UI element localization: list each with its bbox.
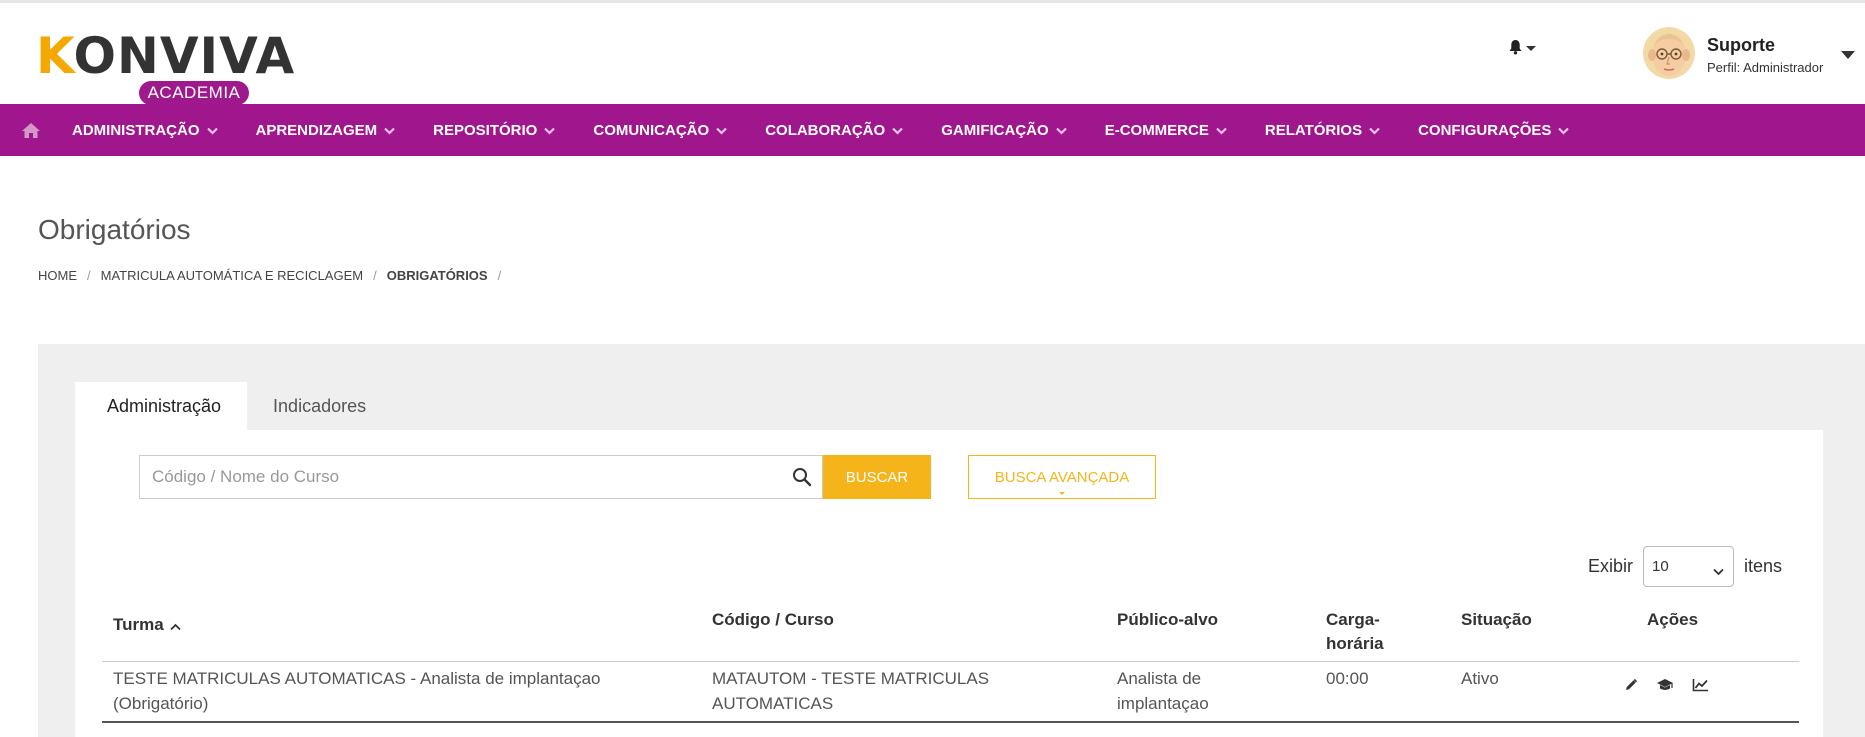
nav-item-configuracoes[interactable]: Configurações xyxy=(1408,104,1570,156)
table-header-divider xyxy=(102,661,1799,662)
column-header-turma[interactable]: Turma xyxy=(113,613,181,638)
exibir-label: Exibir xyxy=(1588,555,1634,576)
chevron-down-icon[interactable] xyxy=(1841,51,1855,59)
table-cell-carga: 00:00 xyxy=(1326,669,1369,688)
tabs: Administração Indicadores xyxy=(75,382,392,430)
nav-item-administracao[interactable]: Administração xyxy=(62,104,218,156)
home-icon xyxy=(22,122,40,138)
busca-avancada-button[interactable]: Busca avançada xyxy=(968,455,1156,499)
page-size-control: Exibir 10 itens xyxy=(1588,545,1782,587)
breadcrumb-home[interactable]: HOME xyxy=(38,268,77,283)
table-cell-turma: TESTE MATRICULAS AUTOMATICAS - Analista … xyxy=(113,669,601,713)
buscar-button[interactable]: Buscar xyxy=(823,455,931,499)
user-name: Suporte xyxy=(1707,35,1776,55)
graduation-cap-icon[interactable] xyxy=(1656,678,1674,692)
table-cell-codigo: MATAUTOM - TESTE MATRICULAS AUTOMATICAS xyxy=(712,669,990,713)
nav-item-relatorios[interactable]: Relatórios xyxy=(1255,104,1380,156)
breadcrumb-matricula[interactable]: MATRICULA AUTOMÁTICA E RECICLAGEM xyxy=(101,268,363,283)
chevron-down-icon xyxy=(892,122,903,139)
nav-item-aprendizagem[interactable]: Aprendizagem xyxy=(246,104,396,156)
tab-administracao[interactable]: Administração xyxy=(75,382,248,430)
user-role: Perfil: Administrador xyxy=(1707,60,1824,75)
nav-item-comunicacao[interactable]: Comunicação xyxy=(583,104,727,156)
logo[interactable]: KONVIVA ACADEMIA xyxy=(36,31,294,107)
table-cell-publico: Analista de implantaçao xyxy=(1117,669,1209,713)
breadcrumb-separator: / xyxy=(87,268,91,283)
chart-line-icon[interactable] xyxy=(1692,678,1709,692)
search-icon[interactable] xyxy=(792,467,812,492)
nav-item-gamificacao[interactable]: Gamificação xyxy=(931,104,1067,156)
chevron-down-icon xyxy=(1055,122,1067,139)
chevron-down-icon xyxy=(716,122,727,139)
user-menu[interactable]: Suporte Perfil: Administrador xyxy=(1643,27,1865,83)
column-header-codigo: Código / Curso xyxy=(712,610,834,629)
breadcrumb-separator: / xyxy=(497,268,502,283)
chevron-down-icon xyxy=(1558,122,1570,139)
chevron-down-icon xyxy=(384,122,395,139)
table-row-divider xyxy=(102,721,1799,723)
table-cell-situacao: Ativo xyxy=(1461,669,1499,688)
chevron-down-icon xyxy=(1059,492,1065,495)
chevron-down-icon xyxy=(1526,45,1536,51)
column-header-publico: Público-alvo xyxy=(1117,610,1219,629)
chevron-down-icon xyxy=(1216,122,1227,139)
row-actions xyxy=(1624,678,1709,692)
main-nav: Administração Aprendizagem Repositório C… xyxy=(0,104,1865,156)
nav-item-colaboracao[interactable]: Colaboração xyxy=(755,104,903,156)
bell-icon xyxy=(1509,40,1522,55)
chevron-down-icon xyxy=(544,122,556,139)
notifications-button[interactable] xyxy=(1508,39,1536,55)
chevron-down-icon xyxy=(1369,122,1380,139)
chevron-down-icon xyxy=(206,122,218,139)
nav-item-ecommerce[interactable]: E-commerce xyxy=(1095,104,1227,156)
nav-item-repositorio[interactable]: Repositório xyxy=(423,104,556,156)
column-header-situacao: Situação xyxy=(1461,610,1532,629)
logo-wordmark: KONVIVA xyxy=(36,27,296,85)
header: KONVIVA ACADEMIA Suporte Perfil: Adminis… xyxy=(0,3,1865,107)
search-input[interactable] xyxy=(140,456,770,498)
page-size-select[interactable]: 10 xyxy=(1643,545,1735,587)
page-title: Obrigatórios xyxy=(38,214,191,245)
breadcrumb: HOME / MATRICULA AUTOMÁTICA E RECICLAGEM… xyxy=(38,268,511,283)
logo-academia-badge: ACADEMIA xyxy=(139,81,249,105)
breadcrumb-separator: / xyxy=(373,268,377,283)
itens-label: itens xyxy=(1744,555,1783,576)
sort-ascending-icon xyxy=(170,614,181,638)
column-header-acoes: Ações xyxy=(1647,610,1699,629)
avatar xyxy=(1643,27,1695,79)
nav-home[interactable] xyxy=(0,104,62,156)
edit-icon[interactable] xyxy=(1624,678,1638,692)
search-box xyxy=(139,455,823,499)
tab-indicadores[interactable]: Indicadores xyxy=(247,382,392,430)
column-header-carga: Carga- horária xyxy=(1326,610,1384,653)
breadcrumb-current: OBRIGATÓRIOS xyxy=(386,268,488,283)
